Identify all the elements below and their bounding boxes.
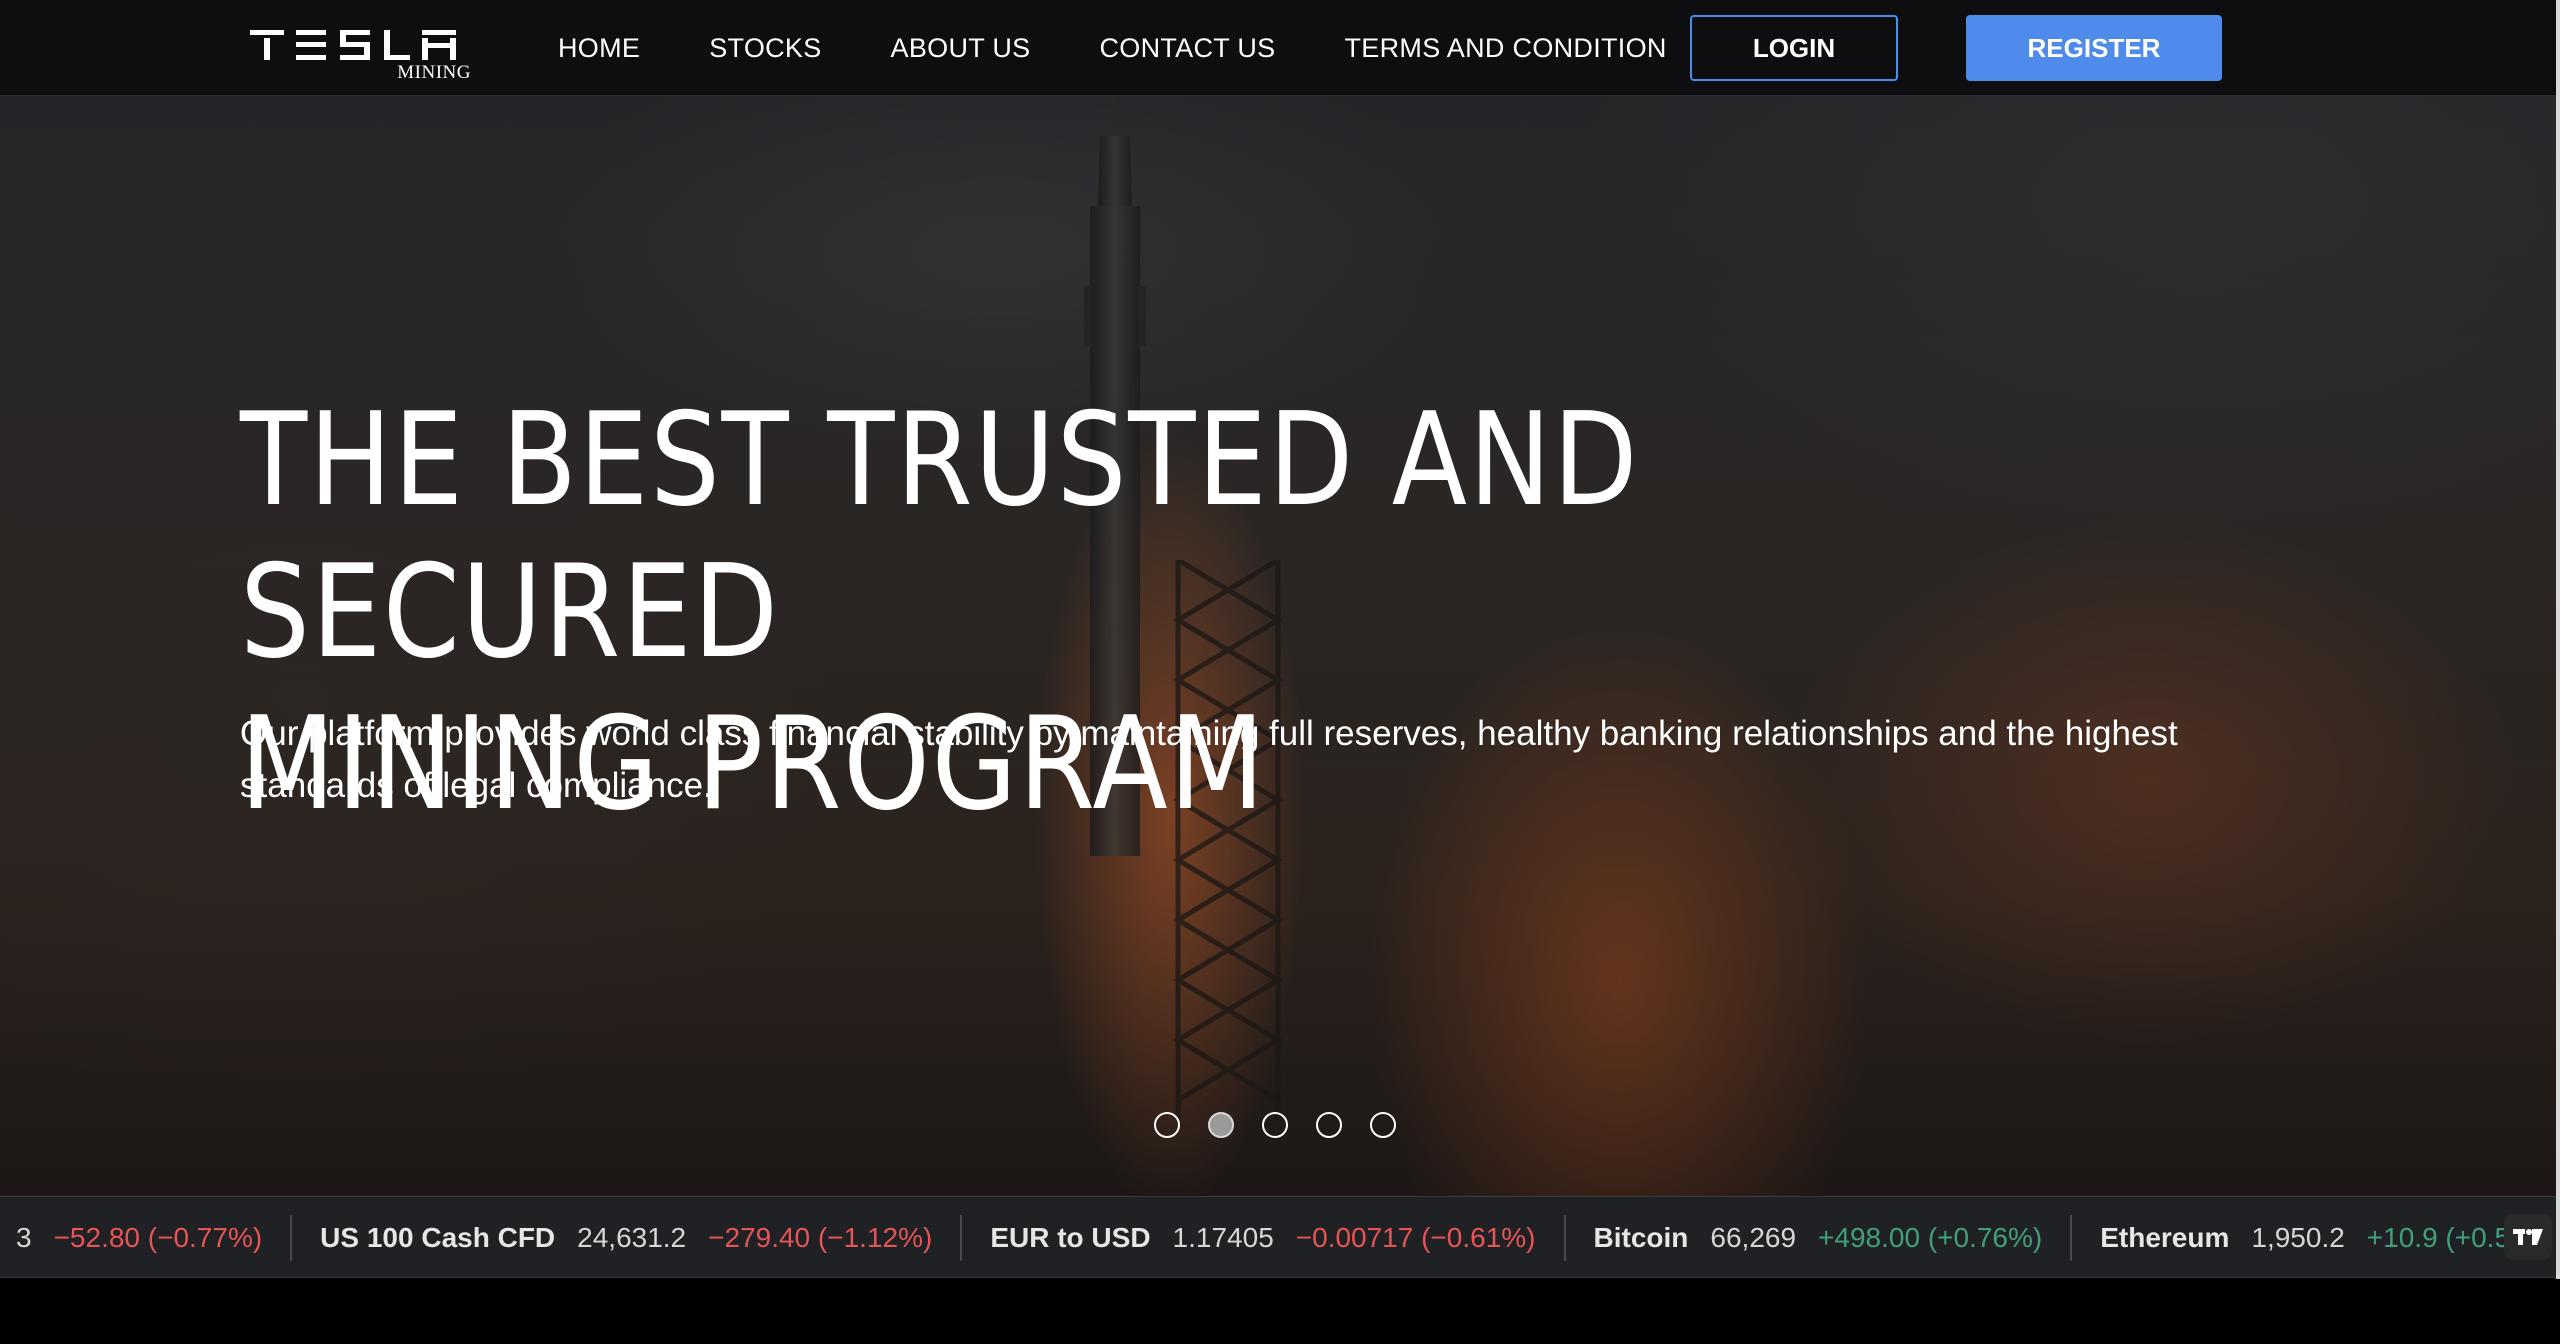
ticker-change: +10.9 (+0.5 <box>2366 1222 2511 1253</box>
ticker-change: −0.00717 (−0.61%) <box>1295 1222 1536 1253</box>
nav-about-us[interactable]: ABOUT US <box>891 33 1031 64</box>
carousel-dot-5[interactable] <box>1370 1112 1396 1138</box>
nav-terms[interactable]: TERMS AND CONDITION <box>1345 33 1667 64</box>
ticker-name: Ethereum <box>2100 1222 2230 1253</box>
brand-logo[interactable]: MINING <box>250 28 471 88</box>
carousel-dot-3[interactable] <box>1262 1112 1288 1138</box>
scrollbar-track[interactable] <box>2556 0 2560 1279</box>
carousel-dots <box>1154 1112 1396 1138</box>
market-ticker: 3 −52.80 (−0.77%) US 100 Cash CFD 24,631… <box>0 1196 2556 1278</box>
hero-title-line-1: THE BEST TRUSTED AND SECURED <box>240 386 1640 687</box>
tradingview-glyph-icon <box>2513 1229 2543 1245</box>
ticker-item[interactable]: 3 −52.80 (−0.77%) <box>0 1215 293 1261</box>
hero-subtitle: Our platform provides world class financ… <box>240 714 2178 805</box>
ticker-price: 3 <box>16 1222 32 1253</box>
ticker-track: 3 −52.80 (−0.77%) US 100 Cash CFD 24,631… <box>0 1197 2538 1277</box>
nav-contact-us[interactable]: CONTACT US <box>1099 33 1275 64</box>
nav-home[interactable]: HOME <box>558 33 640 64</box>
hero-section: THE BEST TRUSTED AND SECURED MINING PROG… <box>0 0 2556 1196</box>
ticker-name: EUR to USD <box>990 1222 1151 1253</box>
ticker-name: US 100 Cash CFD <box>320 1222 556 1253</box>
ticker-item[interactable]: EUR to USD 1.17405 −0.00717 (−0.61%) <box>962 1215 1566 1261</box>
ticker-price: 24,631.2 <box>577 1222 687 1253</box>
ticker-name: Bitcoin <box>1593 1222 1689 1253</box>
carousel-dot-4[interactable] <box>1316 1112 1342 1138</box>
tradingview-icon[interactable] <box>2504 1214 2552 1260</box>
nav-links: HOME STOCKS ABOUT US CONTACT US TERMS AN… <box>558 0 1667 96</box>
carousel-dot-1[interactable] <box>1154 1112 1180 1138</box>
ticker-price: 1.17405 <box>1172 1222 1274 1253</box>
ticker-change: −279.40 (−1.12%) <box>708 1222 933 1253</box>
ticker-item[interactable]: Bitcoin 66,269 +498.00 (+0.76%) <box>1566 1215 2073 1261</box>
ticker-price: 1,950.2 <box>2251 1222 2345 1253</box>
top-navbar: MINING HOME STOCKS ABOUT US CONTACT US T… <box>0 0 2556 96</box>
ticker-change: −52.80 (−0.77%) <box>53 1222 263 1253</box>
ticker-item[interactable]: US 100 Cash CFD 24,631.2 −279.40 (−1.12%… <box>292 1215 963 1261</box>
carousel-dot-2[interactable] <box>1208 1112 1234 1138</box>
ticker-change: +498.00 (+0.76%) <box>1818 1222 2043 1253</box>
ticker-item[interactable]: Ethereum 1,950.2 +10.9 (+0.5 <box>2072 1197 2538 1277</box>
nav-stocks[interactable]: STOCKS <box>709 33 821 64</box>
brand-sub: MINING <box>397 62 471 83</box>
register-button[interactable]: REGISTER <box>1966 15 2222 81</box>
login-button[interactable]: LOGIN <box>1690 15 1898 81</box>
ticker-price: 66,269 <box>1710 1222 1797 1253</box>
page-bottom-bar <box>0 1279 2560 1344</box>
tesla-wordmark-icon <box>250 30 456 60</box>
